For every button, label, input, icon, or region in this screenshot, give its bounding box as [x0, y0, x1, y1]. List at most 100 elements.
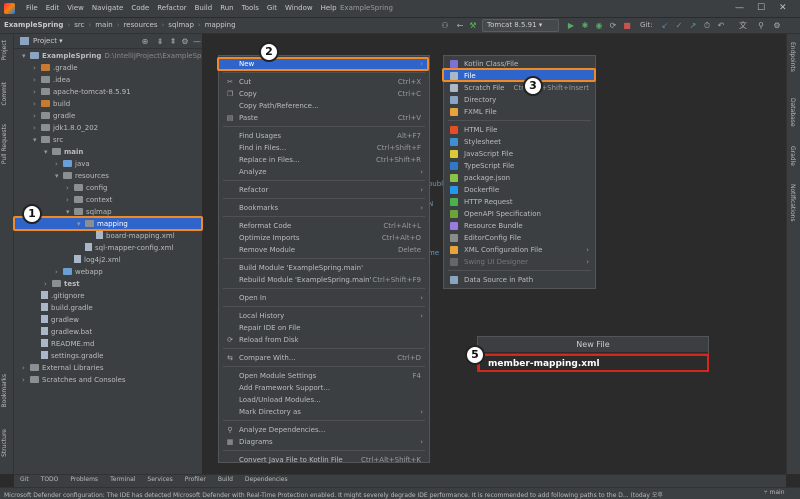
menu-edit[interactable]: Edit — [46, 4, 60, 12]
tree-item[interactable]: log4j2.xml — [66, 254, 121, 266]
tab-pull-requests[interactable]: Pull Requests — [1, 124, 8, 164]
context-menu-item[interactable]: ⇆ Compare With... Ctrl+D — [219, 352, 429, 364]
maximize-icon[interactable]: ☐ — [757, 3, 765, 13]
context-menu-item[interactable]: Convert Java File to Kotlin File Ctrl+Alt… — [219, 454, 429, 466]
tree-item[interactable]: › External Libraries — [22, 362, 104, 374]
new-submenu-item[interactable]: Resource Bundle — [444, 220, 595, 232]
profile-icon[interactable]: ⟳ — [608, 21, 618, 31]
new-submenu-item[interactable]: OpenAPI Specification — [444, 208, 595, 220]
tree-item[interactable]: ▾ resources — [55, 170, 109, 182]
tree-item[interactable]: › gradle — [33, 110, 75, 122]
context-menu-item[interactable]: Refactor › — [219, 184, 429, 196]
git-branch[interactable]: ⑂ main — [760, 489, 785, 496]
new-submenu-item[interactable]: EditorConfig File — [444, 232, 595, 244]
collapsed-arrow-icon[interactable]: › — [33, 122, 41, 134]
search-icon[interactable]: ⚲ — [756, 21, 766, 31]
tab-structure[interactable]: Structure — [1, 429, 8, 457]
tab-commit[interactable]: Commit — [1, 82, 8, 106]
context-menu-item[interactable]: ⚲ Analyze Dependencies... — [219, 424, 429, 436]
menu-help[interactable]: Help — [321, 4, 337, 12]
git-push-icon[interactable]: ↗ — [688, 21, 698, 31]
context-menu-item[interactable]: Optimize Imports Ctrl+Alt+O — [219, 232, 429, 244]
collapsed-arrow-icon[interactable]: › — [33, 74, 41, 86]
status-message[interactable]: Microsoft Defender configuration: The ID… — [4, 492, 663, 499]
collapsed-arrow-icon[interactable]: › — [66, 182, 74, 194]
git-rollback-icon[interactable]: ↶ — [716, 21, 726, 31]
breadcrumb-item[interactable]: ExampleSpring — [4, 21, 63, 29]
tree-item[interactable]: › apache-tomcat-8.5.91 — [33, 86, 131, 98]
breadcrumb-item[interactable]: mapping — [205, 21, 236, 29]
new-submenu-item[interactable]: Directory — [444, 94, 595, 106]
bottom-tab-build[interactable]: Build — [218, 476, 233, 483]
new-file-name-input[interactable]: member-mapping.xml — [478, 354, 709, 372]
breadcrumb-item[interactable]: resources — [124, 21, 158, 29]
tree-item[interactable]: .gitignore — [33, 290, 85, 302]
context-menu-item[interactable]: Bookmarks › — [219, 202, 429, 214]
menu-navigate[interactable]: Navigate — [92, 4, 123, 12]
tree-item[interactable]: settings.gradle — [33, 350, 103, 362]
new-submenu-item[interactable]: Scratch File Ctrl+Alt+Shift+Insert — [444, 82, 595, 94]
tree-item[interactable]: sql-mapper-config.xml — [77, 242, 173, 254]
menu-view[interactable]: View — [67, 4, 84, 12]
context-menu-item[interactable]: Replace in Files... Ctrl+Shift+R — [219, 154, 429, 166]
tree-item[interactable]: gradlew — [33, 314, 79, 326]
collapsed-arrow-icon[interactable]: › — [55, 158, 63, 170]
tree-item[interactable]: gradlew.bat — [33, 326, 92, 338]
tab-project[interactable]: Project — [1, 40, 8, 61]
run-icon[interactable]: ▶ — [566, 21, 576, 31]
context-menu-item[interactable]: Copy Path/Reference... — [219, 100, 429, 112]
context-menu-item[interactable]: Remove Module Delete — [219, 244, 429, 256]
close-icon[interactable]: ✕ — [779, 3, 787, 13]
tab-bookmarks[interactable]: Bookmarks — [1, 374, 8, 408]
collapsed-arrow-icon[interactable]: › — [33, 98, 41, 110]
user-icon[interactable]: ⚇ — [440, 21, 450, 31]
project-options-gear-icon[interactable]: ⚙ — [180, 37, 190, 47]
locate-icon[interactable]: ⊕ — [140, 37, 150, 47]
tab-database[interactable]: Database — [789, 98, 796, 127]
context-menu-item[interactable]: Local History › — [219, 310, 429, 322]
tree-item[interactable]: › context — [66, 194, 112, 206]
tree-item[interactable]: › jdk1.8.0_202 — [33, 122, 98, 134]
collapsed-arrow-icon[interactable]: › — [33, 86, 41, 98]
context-menu-item[interactable]: Rebuild Module 'ExampleSpring.main' Ctrl+… — [219, 274, 429, 286]
collapsed-arrow-icon[interactable]: › — [22, 374, 30, 386]
tree-item[interactable]: › test — [44, 278, 80, 290]
tree-item[interactable]: › .gradle — [33, 62, 78, 74]
context-menu-item[interactable]: Reformat Code Ctrl+Alt+L — [219, 220, 429, 232]
tree-item[interactable]: › .idea — [33, 74, 70, 86]
context-menu-item[interactable]: Add Framework Support... — [219, 382, 429, 394]
stop-icon[interactable]: ■ — [622, 21, 632, 31]
menu-git[interactable]: Git — [267, 4, 277, 12]
new-submenu-item[interactable]: FXML File — [444, 106, 595, 118]
collapsed-arrow-icon[interactable]: › — [22, 362, 30, 374]
tree-item[interactable]: › Scratches and Consoles — [22, 374, 126, 386]
new-submenu-item[interactable]: JavaScript File — [444, 148, 595, 160]
debug-icon[interactable]: ✱ — [580, 21, 590, 31]
menu-run[interactable]: Run — [220, 4, 233, 12]
git-history-icon[interactable]: ⏱ — [702, 21, 712, 31]
menu-window[interactable]: Window — [285, 4, 313, 12]
collapsed-arrow-icon[interactable]: › — [44, 278, 52, 290]
new-submenu-item[interactable]: HTTP Request — [444, 196, 595, 208]
collapse-all-icon[interactable]: ⇟ — [155, 37, 165, 47]
bottom-tab-todo[interactable]: TODO — [41, 476, 59, 483]
new-submenu-item[interactable]: TypeScript File — [444, 160, 595, 172]
expanded-arrow-icon[interactable]: ▾ — [22, 50, 30, 62]
context-menu-item[interactable]: Repair IDE on File — [219, 322, 429, 334]
git-update-icon[interactable]: ↙ — [660, 21, 670, 31]
tree-item[interactable]: › webapp — [55, 266, 103, 278]
translate-icon[interactable]: 文 — [738, 21, 748, 31]
tab-endpoints[interactable]: Endpoints — [789, 42, 796, 72]
collapsed-arrow-icon[interactable]: › — [55, 266, 63, 278]
context-menu-item[interactable]: ❐ Copy Ctrl+C — [219, 88, 429, 100]
tree-item[interactable]: › config — [66, 182, 107, 194]
bottom-tab-dependencies[interactable]: Dependencies — [245, 476, 288, 483]
new-submenu-item[interactable]: Dockerfile — [444, 184, 595, 196]
new-submenu-item[interactable]: Data Source in Path — [444, 274, 595, 286]
menu-refactor[interactable]: Refactor — [157, 4, 186, 12]
tree-item[interactable]: › build — [33, 98, 70, 110]
tree-item[interactable]: ▾ src — [33, 134, 63, 146]
context-menu-item[interactable]: Load/Unload Modules... — [219, 394, 429, 406]
new-submenu-item[interactable]: Stylesheet — [444, 136, 595, 148]
expanded-arrow-icon[interactable]: ▾ — [44, 146, 52, 158]
